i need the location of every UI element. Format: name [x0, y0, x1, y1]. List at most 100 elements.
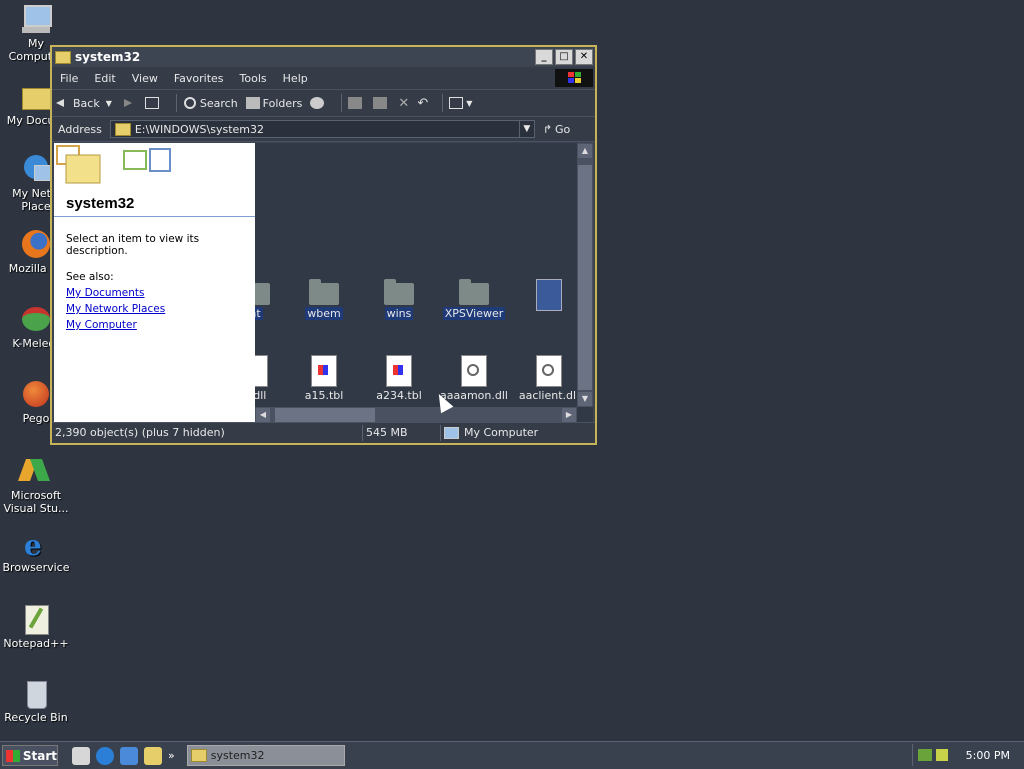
move-to-button[interactable] [348, 97, 365, 109]
vertical-scrollbar[interactable]: ▲ ▼ [577, 143, 593, 407]
menu-view[interactable]: View [124, 72, 166, 85]
chevron-down-icon[interactable]: ▼ [106, 99, 112, 108]
quicklaunch-desktop-icon[interactable] [72, 746, 90, 765]
menu-edit[interactable]: Edit [86, 72, 123, 85]
views-button[interactable]: ▼ [449, 97, 472, 109]
up-folder-button[interactable] [144, 97, 162, 109]
minimize-button[interactable]: _ [535, 49, 553, 65]
forward-button[interactable] [120, 97, 137, 109]
folder-item[interactable]: wbem [287, 279, 361, 320]
status-bar: 2,390 object(s) (plus 7 hidden) 545 MB M… [52, 422, 595, 443]
title-bar[interactable]: system32 _ □ ✕ [52, 47, 595, 67]
delete-icon: ✕ [398, 95, 410, 111]
dll-gear-icon [461, 355, 487, 387]
menu-favorites[interactable]: Favorites [166, 72, 232, 85]
quicklaunch-ie-icon[interactable] [96, 746, 114, 765]
windows-flag-icon [6, 749, 20, 762]
address-input[interactable]: E:\WINDOWS\system32 ▼ [109, 120, 535, 138]
back-button[interactable]: Back ▼ [56, 97, 112, 110]
desktop-icon-recycle-bin[interactable]: Recycle Bin [0, 677, 72, 724]
link-my-computer[interactable]: My Computer [54, 317, 255, 333]
desktop-icon-browservice[interactable]: e Browservice [0, 527, 72, 574]
clock: 5:00 PM [965, 748, 1010, 762]
file-item[interactable]: a234.tbl [362, 355, 436, 402]
link-my-network-places[interactable]: My Network Places [54, 301, 255, 317]
kmeleon-icon [20, 303, 52, 335]
link-my-documents[interactable]: My Documents [54, 285, 255, 301]
file-item[interactable]: aaaamon.dll [437, 355, 511, 402]
start-button[interactable]: Start [2, 745, 58, 766]
chevron-down-icon[interactable]: ▼ [518, 121, 534, 137]
tbl-file-icon [311, 355, 337, 387]
copy-to-button[interactable] [373, 97, 390, 109]
maximize-button[interactable]: □ [555, 49, 573, 65]
scroll-left-icon[interactable]: ◀ [256, 408, 270, 422]
tray-network-icon[interactable] [917, 749, 932, 761]
tray-app-icon[interactable] [935, 749, 948, 761]
quicklaunch-explorer-icon[interactable] [144, 746, 162, 765]
explorer-window[interactable]: system32 _ □ ✕ File Edit View Favorites … [50, 45, 597, 445]
folder-icon [255, 283, 270, 305]
file-item[interactable] [512, 279, 577, 311]
address-label: Address [58, 122, 102, 136]
scroll-up-icon[interactable]: ▲ [578, 144, 592, 158]
task-pane-title: system32 [66, 195, 135, 212]
menu-file[interactable]: File [52, 72, 86, 85]
status-location: My Computer [441, 425, 591, 441]
delete-button[interactable]: ✕ [398, 96, 409, 111]
horizontal-scrollbar[interactable]: ◀ ▶ [255, 407, 577, 423]
dll-gear-icon [536, 355, 562, 387]
close-button[interactable]: ✕ [575, 49, 593, 65]
go-button[interactable]: ↱ Go [543, 123, 570, 136]
folders-icon [245, 97, 260, 109]
undo-button[interactable]: ↶ [417, 96, 428, 111]
quicklaunch-more-icon[interactable]: » [168, 749, 175, 762]
task-pane: system32 Select an item to view its desc… [54, 143, 255, 423]
taskbar-item-system32[interactable]: system32 [186, 745, 345, 766]
folder-icon [114, 122, 131, 136]
text-file-icon [536, 279, 562, 311]
up-folder-icon [144, 97, 159, 109]
toolbar: Back ▼ Search Folders ✕ ↶ ▼ [52, 90, 595, 117]
file-item[interactable]: aaclient.dll [512, 355, 577, 402]
folder-item[interactable]: XPSViewer [437, 279, 511, 320]
file-item[interactable]: a15.tbl [287, 355, 361, 402]
windows-logo-icon [555, 69, 593, 87]
move-to-icon [348, 97, 363, 109]
status-object-count: 2,390 object(s) (plus 7 hidden) [52, 425, 363, 441]
folder-icon [190, 749, 207, 762]
menu-help[interactable]: Help [275, 72, 316, 85]
quicklaunch-network-icon[interactable] [120, 746, 138, 765]
views-icon [449, 97, 464, 109]
content-area: system32 Select an item to view its desc… [54, 143, 593, 423]
system-tray: 5:00 PM [912, 744, 1024, 766]
desktop-icon-notepadpp[interactable]: Notepad++ [0, 603, 72, 650]
visual-studio-icon [17, 455, 52, 487]
folder-icon [309, 279, 339, 305]
chevron-down-icon: ▼ [466, 98, 473, 108]
forward-arrow-icon [120, 97, 134, 109]
go-arrow-icon: ↱ [542, 122, 553, 136]
my-computer-icon [20, 3, 52, 35]
notepadpp-icon [20, 603, 52, 635]
folders-button[interactable]: Folders [245, 97, 302, 110]
vertical-scroll-thumb[interactable] [578, 165, 592, 390]
pego-icon [20, 378, 52, 410]
horizontal-scroll-thumb[interactable] [275, 408, 375, 422]
menu-tools[interactable]: Tools [232, 72, 275, 85]
folder-item[interactable]: wins [362, 279, 436, 320]
desktop-icon-visual-studio[interactable]: Microsoft Visual Stu... [0, 455, 72, 515]
folder-icon [459, 279, 489, 305]
taskbar: Start » system32 5:00 PM [0, 741, 1024, 769]
my-documents-icon [20, 80, 52, 112]
window-title: system32 [75, 50, 141, 64]
scroll-down-icon[interactable]: ▼ [578, 392, 592, 406]
task-pane-description: Select an item to view its description. [66, 233, 200, 257]
dll-file-icon [255, 355, 268, 387]
undo-icon: ↶ [417, 95, 429, 111]
scroll-right-icon[interactable]: ▶ [562, 408, 576, 422]
back-arrow-icon [56, 97, 70, 109]
history-button[interactable] [310, 97, 327, 109]
search-button[interactable]: Search [183, 97, 238, 110]
folder-icon [55, 50, 71, 64]
